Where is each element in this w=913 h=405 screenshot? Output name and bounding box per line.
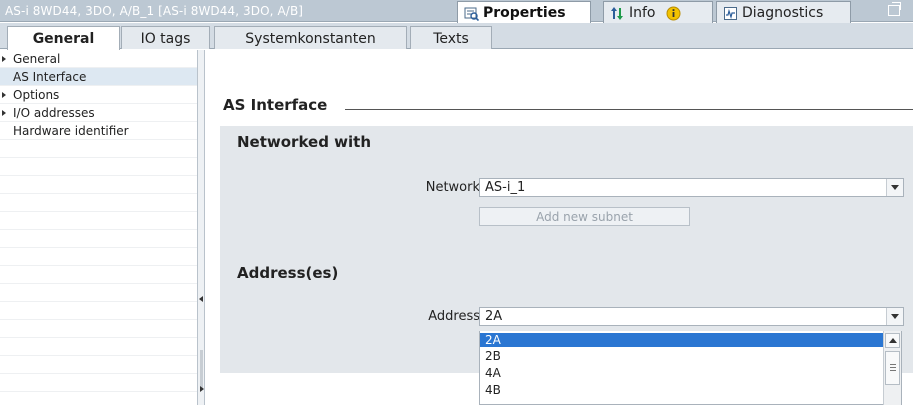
nav-item-label: Options — [13, 88, 60, 102]
address-option-4a[interactable]: 4A — [480, 366, 884, 380]
network-value: AS-i_1 — [485, 180, 526, 195]
expand-arrow-icon[interactable] — [2, 92, 6, 98]
nav-item-general[interactable]: General — [0, 50, 197, 68]
address-value: 2A — [485, 309, 503, 324]
inspector-titlebar: AS-i 8WD44, 3DO, A/B_1 [AS-i 8WD44, 3DO,… — [0, 0, 913, 23]
nav-empty-row — [0, 230, 197, 248]
tab-texts[interactable]: Texts — [410, 26, 492, 49]
nav-item-label: Hardware identifier — [13, 124, 129, 138]
properties-icon — [464, 7, 479, 21]
address-label: Address — [428, 309, 480, 324]
expand-right-icon[interactable] — [200, 386, 204, 392]
nav-empty-row — [0, 284, 197, 302]
networked-with-title: Networked with — [237, 133, 372, 151]
tab-systemkonstanten[interactable]: Systemkonstanten — [214, 26, 407, 49]
float-window-icon[interactable] — [888, 2, 901, 16]
property-tabs: General IO tags Systemkonstanten Texts — [0, 23, 913, 50]
nav-item-as-interface[interactable]: AS Interface — [0, 68, 197, 86]
section-title: AS Interface — [223, 96, 328, 114]
splitter-grip[interactable] — [200, 350, 203, 390]
dropdown-scrollbar[interactable] — [883, 331, 901, 405]
chevron-down-icon[interactable] — [886, 308, 903, 325]
tab-io-tags[interactable]: IO tags — [121, 26, 210, 49]
nav-item-options[interactable]: Options — [0, 86, 197, 104]
nav-empty-row — [0, 302, 197, 320]
nav-empty-row — [0, 194, 197, 212]
tab-diagnostics-label: Diagnostics — [742, 5, 824, 21]
tab-info[interactable]: Info — [603, 1, 713, 23]
nav-item-label: General — [13, 52, 61, 66]
nav-empty-row — [0, 248, 197, 266]
nav-empty-row — [0, 140, 197, 158]
nav-item-io-addresses[interactable]: I/O addresses — [0, 104, 197, 122]
tab-general[interactable]: General — [7, 26, 120, 50]
add-new-subnet-button[interactable]: Add new subnet — [479, 207, 690, 226]
address-title: Address(es) — [237, 264, 339, 282]
object-title: AS-i 8WD44, 3DO, A/B_1 [AS-i 8WD44, 3DO,… — [5, 4, 304, 18]
collapse-left-icon[interactable] — [199, 296, 203, 302]
expand-arrow-icon[interactable] — [2, 56, 6, 62]
nav-empty-row — [0, 374, 197, 392]
nav-empty-row — [0, 266, 197, 284]
nav-item-hardware-identifier[interactable]: Hardware identifier — [0, 122, 197, 140]
property-navigation: General AS Interface Options I/O address… — [0, 50, 197, 405]
info-icon — [611, 7, 623, 20]
expand-arrow-icon[interactable] — [2, 110, 6, 116]
address-option-2a[interactable]: 2A — [480, 333, 884, 347]
nav-empty-row — [0, 212, 197, 230]
tab-diagnostics[interactable]: Diagnostics — [716, 1, 851, 23]
address-option-2b[interactable]: 2B — [480, 349, 884, 363]
address-option-4b[interactable]: 4B — [480, 383, 884, 397]
info-badge-icon — [666, 6, 680, 21]
tab-info-label: Info — [629, 5, 656, 21]
nav-empty-row — [0, 158, 197, 176]
nav-empty-row — [0, 320, 197, 338]
nav-item-label: I/O addresses — [13, 106, 95, 120]
navigation-splitter[interactable] — [197, 50, 205, 405]
diagnostics-icon — [724, 7, 737, 20]
scroll-thumb[interactable] — [885, 351, 900, 385]
nav-item-label: AS Interface — [13, 70, 87, 84]
tab-properties[interactable]: Properties — [457, 1, 591, 23]
chevron-down-icon[interactable] — [886, 179, 903, 196]
nav-empty-row — [0, 356, 197, 374]
scroll-up-icon[interactable] — [885, 333, 900, 348]
tab-properties-label: Properties — [483, 5, 566, 21]
address-dropdown-list: 2A 2B 4A 4B — [479, 331, 902, 405]
section-divider — [345, 109, 913, 110]
nav-empty-row — [0, 338, 197, 356]
network-label: Network — [425, 180, 480, 195]
nav-empty-row — [0, 176, 197, 194]
network-select[interactable]: AS-i_1 — [479, 178, 904, 197]
address-select[interactable]: 2A — [479, 307, 904, 326]
